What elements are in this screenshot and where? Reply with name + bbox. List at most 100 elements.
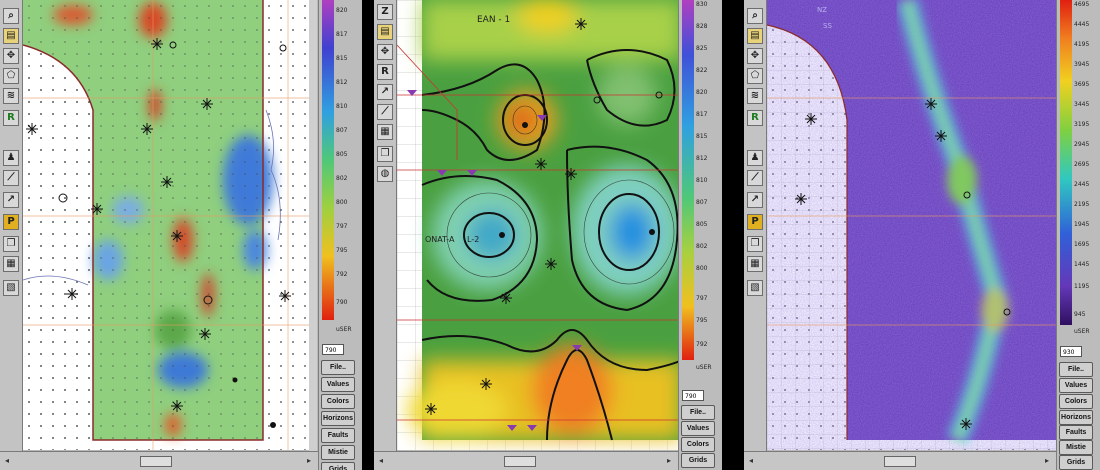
scale-label: 802 — [336, 175, 348, 182]
map-panel-middle: Z ▤ ✥ R ↗ ⟋ ▦ ❐ ◍ EAN - 1 ONAT-A L-2 830… — [374, 0, 722, 470]
scale-label: 2195 — [1074, 201, 1090, 208]
color-icon[interactable]: ▧ — [747, 280, 763, 296]
scale-label: 800 — [696, 265, 708, 272]
zoom-icon[interactable]: Z — [377, 4, 393, 20]
color-icon[interactable]: ▧ — [3, 280, 19, 296]
map-label: L-2 — [467, 235, 479, 244]
contour-icon[interactable]: ≋ — [747, 88, 763, 104]
pan-icon[interactable]: ✥ — [3, 48, 19, 64]
polygon-icon[interactable]: ⬠ — [747, 68, 763, 84]
map-panel-left: ⌕ ▤ ✥ ⬠ ≋ R ♟ ⟋ ↗ P ❐ ▦ ▧ 820 817 815 81… — [0, 0, 362, 470]
scroll-thumb[interactable] — [504, 456, 536, 467]
value-input[interactable]: 790 — [682, 390, 704, 401]
line-icon[interactable]: ↗ — [377, 84, 393, 100]
fault-icon[interactable]: ⟋ — [3, 170, 19, 186]
scale-label: 817 — [336, 31, 348, 38]
p-icon[interactable]: P — [3, 214, 19, 230]
scale-label: 1695 — [1074, 241, 1090, 248]
well-icon[interactable]: ♟ — [747, 150, 763, 166]
scroll-right-icon[interactable]: ▸ — [1042, 456, 1052, 465]
line-icon[interactable]: ↗ — [747, 192, 763, 208]
fault-icon[interactable]: ⟋ — [747, 170, 763, 186]
print-icon[interactable]: ▦ — [377, 124, 393, 140]
scroll-thumb[interactable] — [884, 456, 916, 467]
copy-icon[interactable]: ❐ — [3, 236, 19, 252]
map-label: EAN - 1 — [477, 15, 510, 25]
map-canvas-left[interactable] — [23, 0, 309, 450]
colors-button[interactable]: Colors — [1059, 394, 1093, 409]
scale-label: 825 — [696, 45, 708, 52]
scale-label: 792 — [336, 271, 348, 278]
zoom-icon[interactable]: ⌕ — [3, 8, 19, 24]
scale-label: 822 — [696, 67, 708, 74]
r-icon[interactable]: R — [3, 110, 19, 126]
polygon-icon[interactable]: ⬠ — [3, 68, 19, 84]
vertical-scrollbar-left[interactable] — [309, 0, 317, 452]
horizontal-scrollbar-left[interactable]: ◂ ▸ — [0, 451, 318, 470]
scale-label: 1195 — [1074, 283, 1090, 290]
values-button[interactable]: Values — [321, 377, 355, 392]
file-button[interactable]: File.. — [321, 360, 355, 375]
copy-icon[interactable]: ❐ — [377, 146, 393, 162]
colors-button[interactable]: Colors — [681, 437, 715, 452]
p-icon[interactable]: P — [747, 214, 763, 230]
horizons-button[interactable]: Horizons — [1059, 410, 1093, 425]
scroll-thumb[interactable] — [140, 456, 172, 467]
value-input[interactable]: 930 — [1060, 346, 1082, 357]
scale-label: 807 — [336, 127, 348, 134]
svg-text:SS: SS — [823, 22, 832, 30]
scroll-left-icon[interactable]: ◂ — [2, 456, 12, 465]
fault-icon[interactable]: ⟋ — [377, 104, 393, 120]
scroll-left-icon[interactable]: ◂ — [376, 456, 386, 465]
value-input[interactable]: 790 — [322, 344, 344, 355]
layers-icon[interactable]: ▤ — [377, 24, 393, 40]
grids-button[interactable]: Grids — [1059, 455, 1093, 470]
mistie-button[interactable]: Mistie — [1059, 440, 1093, 455]
scale-label: 815 — [696, 133, 708, 140]
map-canvas-right[interactable]: NZ SS — [767, 0, 1057, 450]
color-icon[interactable]: ◍ — [377, 166, 393, 182]
r-icon[interactable]: R — [377, 64, 393, 80]
color-scale-right — [1060, 0, 1072, 325]
color-legend-middle: 830 828 825 822 820 817 815 812 810 807 … — [678, 0, 722, 470]
values-button[interactable]: Values — [681, 421, 715, 436]
horizontal-scrollbar-middle[interactable]: ◂ ▸ — [374, 451, 678, 470]
scale-label: 2945 — [1074, 141, 1090, 148]
pan-icon[interactable]: ✥ — [747, 48, 763, 64]
scroll-left-icon[interactable]: ◂ — [746, 456, 756, 465]
zoom-icon[interactable]: ⌕ — [747, 8, 763, 24]
print-icon[interactable]: ▦ — [3, 256, 19, 272]
grids-button[interactable]: Grids — [681, 453, 715, 468]
scale-label: 4695 — [1074, 1, 1090, 8]
scale-label: 790 — [336, 299, 348, 306]
scale-label: 800 — [336, 199, 348, 206]
grids-button[interactable]: Grids — [321, 462, 355, 470]
file-button[interactable]: File.. — [681, 405, 715, 420]
contour-icon[interactable]: ≋ — [3, 88, 19, 104]
layers-icon[interactable]: ▤ — [3, 28, 19, 44]
scroll-right-icon[interactable]: ▸ — [664, 456, 674, 465]
faults-button[interactable]: Faults — [321, 428, 355, 443]
horizontal-scrollbar-right[interactable]: ◂ ▸ — [744, 451, 1056, 470]
file-button[interactable]: File.. — [1059, 362, 1093, 377]
scale-label: 3445 — [1074, 101, 1090, 108]
scale-label: 3945 — [1074, 61, 1090, 68]
r-icon[interactable]: R — [747, 110, 763, 126]
print-icon[interactable]: ▦ — [747, 256, 763, 272]
horizons-button[interactable]: Horizons — [321, 411, 355, 426]
map-canvas-middle[interactable]: EAN - 1 ONAT-A L-2 — [397, 0, 683, 450]
faults-button[interactable]: Faults — [1059, 425, 1093, 440]
layers-icon[interactable]: ▤ — [747, 28, 763, 44]
copy-icon[interactable]: ❐ — [747, 236, 763, 252]
scale-label: 802 — [696, 243, 708, 250]
line-icon[interactable]: ↗ — [3, 192, 19, 208]
well-icon[interactable]: ♟ — [3, 150, 19, 166]
scroll-right-icon[interactable]: ▸ — [304, 456, 314, 465]
mistie-button[interactable]: Mistie — [321, 445, 355, 460]
values-button[interactable]: Values — [1059, 378, 1093, 393]
color-legend-right: 4695 4445 4195 3945 3695 3445 3195 2945 … — [1056, 0, 1100, 470]
colors-button[interactable]: Colors — [321, 394, 355, 409]
pan-icon[interactable]: ✥ — [377, 44, 393, 60]
scale-label: 1945 — [1074, 221, 1090, 228]
scale-label: 3195 — [1074, 121, 1090, 128]
